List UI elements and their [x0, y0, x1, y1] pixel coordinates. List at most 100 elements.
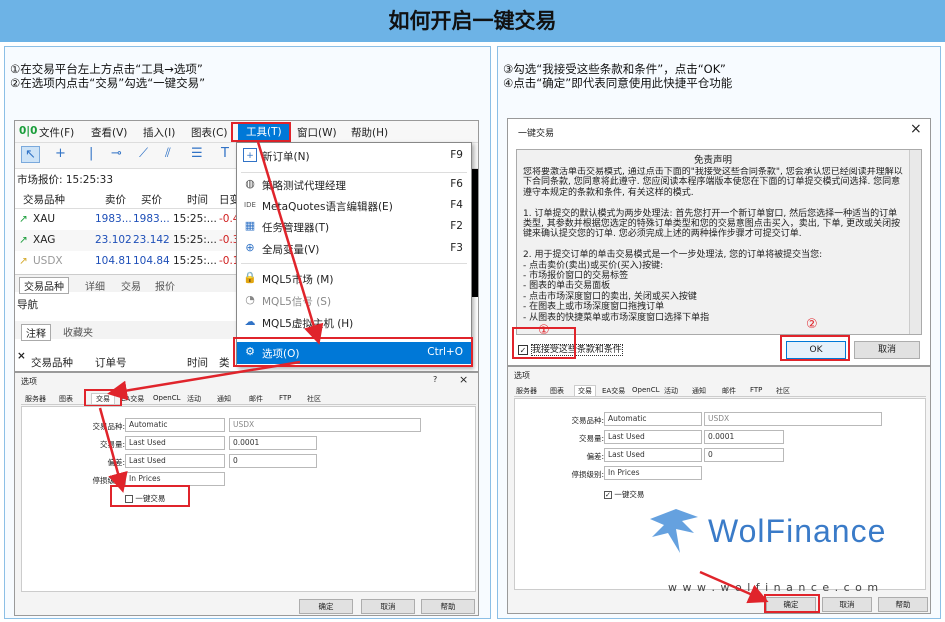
menu-item-global-variables[interactable]: ⊕ 全局变量(V) F3	[237, 238, 471, 260]
close-icon[interactable]: ×	[459, 373, 468, 386]
tab-trading[interactable]: 交易	[121, 278, 141, 293]
dialog-title: 选项	[514, 371, 530, 380]
oneclick-cancel-button[interactable]: 取消	[854, 341, 920, 359]
tab-server[interactable]: 服务器	[516, 386, 537, 396]
table-row[interactable]: ↗ XAU 1983... 1983... 15:25:... -0.4	[15, 209, 240, 230]
ok-button[interactable]: 确定	[299, 599, 353, 614]
stop-level-select[interactable]: In Prices	[125, 472, 225, 486]
tools-highlight	[231, 122, 291, 142]
cancel-button[interactable]: 取消	[361, 599, 415, 614]
stop-level-label: 停损级别:	[571, 470, 604, 479]
tab-ftp[interactable]: FTP	[750, 386, 762, 394]
tab-community[interactable]: 社区	[776, 386, 790, 396]
symbol-input[interactable]: USDX	[229, 418, 421, 432]
menu-item-mql5-signals[interactable]: ◔ MQL5信号 (S)	[237, 290, 471, 312]
market-watch-header: 市场报价: 15:25:33	[17, 174, 114, 186]
text-icon[interactable]: T	[221, 146, 229, 161]
trendline-icon[interactable]: ⟋	[139, 146, 148, 161]
menu-view[interactable]: 查看(V)	[91, 125, 127, 140]
help-button[interactable]: 帮助	[421, 599, 475, 614]
oneclick-dialog: 一键交易 × 免责声明 您将要激活单击交易模式, 通过点击下面的"我接受这些合同…	[507, 118, 931, 366]
menu-item-strategy-tester[interactable]: ◍ 策略测试代理经理 F6	[237, 174, 471, 196]
volume-input[interactable]: 0.0001	[704, 430, 784, 444]
tab-ticks[interactable]: 报价	[155, 278, 175, 293]
menu-charts[interactable]: 图表(C)	[191, 125, 228, 140]
tools-dropdown: + 新订单(N) F9 ◍ 策略测试代理经理 F6 IDE MetaQuotes…	[236, 142, 472, 367]
crosshair-icon[interactable]: +	[55, 146, 66, 161]
symbol-select[interactable]: Automatic	[604, 412, 702, 426]
global-variables-icon: ⊕	[245, 241, 255, 254]
up-arrow-icon: ↗	[19, 255, 28, 267]
close-icon[interactable]: ×	[910, 121, 922, 137]
cancel-button[interactable]: 取消	[822, 597, 872, 612]
tab-notifications[interactable]: 通知	[217, 394, 231, 404]
volume-select[interactable]: Last Used	[604, 430, 702, 444]
tab-details[interactable]: 详细	[85, 278, 105, 293]
tab-charts[interactable]: 图表	[59, 394, 73, 404]
tab-charts[interactable]: 图表	[550, 386, 564, 396]
tab-community[interactable]: 社区	[307, 394, 321, 404]
tab-ftp[interactable]: FTP	[279, 394, 291, 402]
deviation-input[interactable]: 0	[229, 454, 317, 468]
cursor-icon[interactable]: ↖	[21, 146, 40, 163]
tab-events[interactable]: 活动	[187, 394, 201, 404]
menu-item-metaeditor[interactable]: IDE MetaQuotes语言编辑器(E) F4	[237, 195, 471, 217]
app-logo-icon: 0|0	[19, 125, 38, 137]
symbol-select[interactable]: Automatic	[125, 418, 225, 432]
tab-opencl[interactable]: OpenCL	[632, 386, 659, 394]
mql5-vps-icon: ☁	[244, 315, 256, 328]
volume-select[interactable]: Last Used	[125, 436, 225, 450]
tab-email[interactable]: 邮件	[249, 394, 263, 404]
menu-help[interactable]: 帮助(H)	[351, 125, 388, 140]
tab-events[interactable]: 活动	[664, 386, 678, 396]
deviation-select[interactable]: Last Used	[125, 454, 225, 468]
scrollbar[interactable]	[909, 150, 921, 334]
deviation-select[interactable]: Last Used	[604, 448, 702, 462]
right-step-4: ④点击“确定”即代表同意使用此快捷平仓功能	[503, 76, 733, 90]
menu-file[interactable]: 文件(F)	[39, 125, 74, 140]
deviation-input[interactable]: 0	[704, 448, 784, 462]
deviation-label: 偏差:	[586, 452, 604, 461]
trade-panel	[21, 406, 476, 592]
tab-server[interactable]: 服务器	[25, 394, 46, 404]
menu-item-task-manager[interactable]: ▦ 任务管理器(T) F2	[237, 216, 471, 238]
close-icon[interactable]: ×	[17, 350, 26, 362]
table-row[interactable]: ↗ USDX 104.81 104.84 15:25:... -0.1	[15, 251, 240, 272]
menu-insert[interactable]: 插入(I)	[143, 125, 175, 140]
menu-item-new-order[interactable]: + 新订单(N) F9	[237, 145, 471, 167]
tab-comments[interactable]: 注释	[21, 324, 51, 341]
help-icon[interactable]: ?	[433, 375, 437, 384]
disclaimer-box: 免责声明 您将要激活单击交易模式, 通过点击下面的"我接受这些合同条款", 您会…	[516, 149, 922, 335]
tab-opencl[interactable]: OpenCL	[153, 394, 180, 402]
tab-expert-advisors[interactable]: EA交易	[602, 386, 625, 396]
table-row[interactable]: ↗ XAG 23.102 23.142 15:25:... -0.3	[15, 230, 240, 251]
tab-symbols[interactable]: 交易品种	[19, 277, 69, 294]
vertical-line-icon[interactable]: |	[89, 146, 93, 161]
checkbox-checked-icon: ✓	[604, 491, 612, 499]
tab-expert-advisors[interactable]: EA交易	[121, 394, 144, 404]
menu-item-mql5-vps[interactable]: ☁ MQL5虚拟主机 (H)	[237, 312, 471, 334]
help-button[interactable]: 帮助	[878, 597, 928, 612]
tab-trade[interactable]: 交易	[574, 385, 596, 397]
stop-level-select[interactable]: In Prices	[604, 466, 702, 480]
options-dialog-2: 选项 服务器 图表 交易 EA交易 OpenCL 活动 通知 邮件 FTP 社区…	[507, 366, 931, 614]
tab-notifications[interactable]: 通知	[692, 386, 706, 396]
new-order-icon: +	[243, 148, 257, 162]
horizontal-line-icon[interactable]: ⊸	[111, 146, 122, 161]
volume-input[interactable]: 0.0001	[229, 436, 317, 450]
oneclick-checkbox[interactable]: ✓ 一键交易	[604, 489, 644, 500]
up-arrow-icon: ↗	[19, 213, 28, 225]
menu-item-mql5-market[interactable]: 🔒 MQL5市场 (M)	[237, 268, 471, 290]
menu-window[interactable]: 窗口(W)	[297, 125, 337, 140]
mql5-market-icon: 🔒	[243, 271, 257, 284]
symbol-input[interactable]: USDX	[704, 412, 882, 426]
task-manager-icon: ▦	[244, 219, 256, 232]
market-watch-columns: 交易品种 卖价 买价 时间 日变	[15, 188, 240, 209]
checkbox-highlight	[110, 485, 190, 507]
channel-icon[interactable]: ⫽	[165, 146, 171, 161]
fibo-icon[interactable]: ☰	[191, 146, 203, 161]
tab-favorites[interactable]: 收藏夹	[63, 324, 93, 339]
up-arrow-icon: ↗	[19, 234, 28, 246]
tab-email[interactable]: 邮件	[722, 386, 736, 396]
marker-one: ①	[538, 323, 550, 338]
